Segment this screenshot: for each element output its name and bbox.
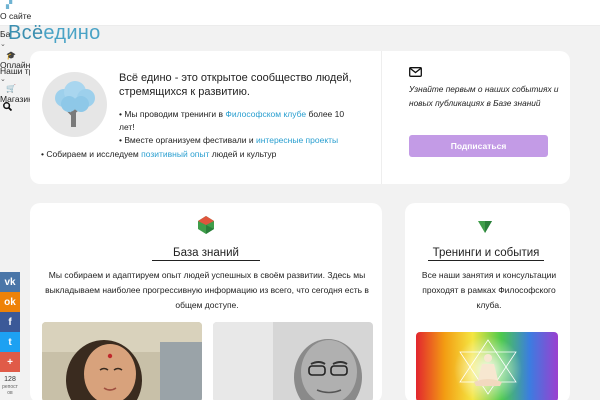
graduation-cap-icon: 🎓 xyxy=(6,51,16,60)
chevron-down-icon[interactable]: ⌄ xyxy=(0,76,6,83)
share-twitter-button[interactable]: t xyxy=(0,332,20,352)
subscribe-text: Узнайте первым о наших событиях и новых … xyxy=(409,84,559,108)
events-title[interactable]: Тренинги и события xyxy=(428,247,544,261)
knowledge-base-title[interactable]: База знаний xyxy=(152,247,260,261)
share-count-label: репост ов xyxy=(2,384,18,396)
chevron-down-icon[interactable]: ⌄ xyxy=(0,41,6,48)
share-facebook-button[interactable]: f xyxy=(0,312,20,332)
intro-bullet-3: • Собираем и исследуем позитивный опыт л… xyxy=(41,149,277,159)
nav-item-about[interactable]: О сайте xyxy=(0,11,31,21)
event-photo-meditation[interactable] xyxy=(416,332,558,400)
philosophy-club-link[interactable]: Философском клубе xyxy=(225,109,306,119)
events-description: Все наши занятия и консультации проходят… xyxy=(421,270,557,310)
positive-experience-link[interactable]: позитивный опыт xyxy=(141,149,209,159)
map-icon: ▞ xyxy=(6,0,13,9)
share-ok-button[interactable]: ok xyxy=(0,292,20,312)
tree-logo-image xyxy=(42,72,107,137)
article-photo-man[interactable] xyxy=(213,322,373,400)
site-logo[interactable]: Всёедино xyxy=(8,22,101,45)
article-photo-woman[interactable] xyxy=(42,322,202,400)
knowledge-base-icon xyxy=(198,216,214,234)
intro-bullet-1: • Мы проводим тренинги в Философском клу… xyxy=(119,109,345,119)
projects-link[interactable]: интересные проекты xyxy=(256,135,338,145)
knowledge-base-description: Мы собираем и адаптируем опыт людей успе… xyxy=(45,270,369,310)
card-divider xyxy=(381,51,382,184)
share-vk-button[interactable]: vk xyxy=(0,272,20,292)
events-icon xyxy=(478,221,492,233)
intro-bullet-2: • Вместе организуем фестивали и интересн… xyxy=(119,135,339,145)
share-more-button[interactable]: + xyxy=(0,352,20,372)
intro-title: Всё едино - это открытое сообщество люде… xyxy=(119,72,352,98)
share-count: 128 xyxy=(4,376,16,383)
subscribe-button[interactable]: Подписаться xyxy=(409,135,548,157)
mail-icon xyxy=(409,67,422,77)
search-icon[interactable] xyxy=(3,102,12,111)
cart-icon: 🛒 xyxy=(6,84,16,93)
